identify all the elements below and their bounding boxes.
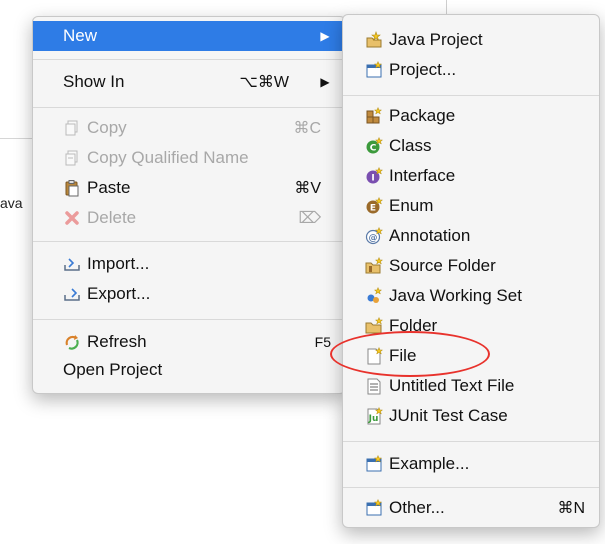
menu-item-label: Paste bbox=[87, 178, 131, 197]
menu-separator bbox=[33, 241, 345, 242]
shortcut-label: F5 bbox=[314, 334, 331, 350]
project-icon bbox=[365, 61, 383, 79]
import-icon bbox=[63, 255, 81, 273]
annotation-icon: @ bbox=[365, 227, 383, 245]
menu-item-paste[interactable]: Paste ⌘V bbox=[33, 173, 345, 203]
svg-text:C: C bbox=[370, 144, 377, 154]
submenu-item-source-folder[interactable]: Source Folder bbox=[343, 251, 599, 281]
menu-item-label: Interface bbox=[389, 166, 456, 185]
submenu-item-java-project[interactable]: Java Project bbox=[343, 25, 599, 55]
working-set-icon bbox=[365, 287, 383, 305]
junit-test-case-icon: Ju bbox=[365, 407, 383, 425]
svg-text:@: @ bbox=[369, 234, 378, 244]
menu-item-label: Other... bbox=[389, 498, 445, 517]
copy-icon bbox=[63, 119, 81, 137]
background-text-fragment: ava bbox=[0, 195, 23, 211]
submenu-item-package[interactable]: Package bbox=[343, 101, 599, 131]
menu-item-label: Source Folder bbox=[389, 256, 496, 275]
menu-item-label: Export... bbox=[87, 284, 151, 303]
java-project-icon bbox=[365, 31, 383, 49]
menu-item-label: Untitled Text File bbox=[389, 376, 515, 395]
menu-separator bbox=[343, 441, 599, 442]
shortcut-label: ⌘C bbox=[293, 120, 321, 137]
other-icon bbox=[365, 499, 383, 517]
shortcut-label: ⌦ bbox=[298, 210, 321, 227]
menu-item-copy-qualified-name[interactable]: Copy Qualified Name bbox=[33, 143, 345, 173]
menu-item-label: Project... bbox=[389, 60, 457, 79]
interface-icon: I bbox=[365, 167, 383, 185]
class-icon: C bbox=[365, 137, 383, 155]
submenu-item-untitled-text-file[interactable]: Untitled Text File bbox=[343, 371, 599, 401]
submenu-item-enum[interactable]: E Enum bbox=[343, 191, 599, 221]
menu-item-label: Copy bbox=[87, 118, 127, 137]
menu-item-label: JUnit Test Case bbox=[389, 406, 508, 425]
refresh-icon bbox=[63, 333, 81, 351]
menu-item-open-project[interactable]: Open Project bbox=[33, 355, 345, 385]
submenu-arrow-icon: ▶ bbox=[320, 29, 330, 43]
menu-item-label: File bbox=[389, 346, 417, 365]
submenu-item-interface[interactable]: I Interface bbox=[343, 161, 599, 191]
svg-text:I: I bbox=[371, 174, 374, 184]
svg-text:Ju: Ju bbox=[368, 414, 379, 424]
text-file-icon bbox=[365, 377, 383, 395]
copy-qualified-name-icon bbox=[63, 149, 81, 167]
submenu-item-example[interactable]: Example... bbox=[343, 449, 599, 479]
menu-separator bbox=[33, 319, 345, 320]
menu-item-export[interactable]: Export... bbox=[33, 279, 345, 309]
submenu-item-other[interactable]: Other... ⌘N bbox=[343, 493, 599, 523]
menu-item-copy[interactable]: Copy ⌘C bbox=[33, 113, 345, 143]
menu-item-delete[interactable]: Delete ⌦ bbox=[33, 203, 345, 233]
menu-item-label: Folder bbox=[389, 316, 438, 335]
menu-item-new[interactable]: New ▶ bbox=[33, 21, 345, 51]
submenu-item-junit-test-case[interactable]: Ju JUnit Test Case bbox=[343, 401, 599, 431]
menu-item-import[interactable]: Import... bbox=[33, 249, 345, 279]
package-icon bbox=[365, 107, 383, 125]
menu-item-label: Class bbox=[389, 136, 432, 155]
menu-item-label: Open Project bbox=[63, 360, 163, 379]
shortcut-label: ⌥⌘W bbox=[239, 74, 289, 91]
menu-separator bbox=[33, 107, 345, 108]
submenu-item-file[interactable]: File bbox=[343, 341, 599, 371]
menu-separator bbox=[343, 487, 599, 488]
submenu-item-folder[interactable]: Folder bbox=[343, 311, 599, 341]
menu-item-label: Annotation bbox=[389, 226, 471, 245]
menu-item-label: Java Project bbox=[389, 30, 483, 49]
export-icon bbox=[63, 285, 81, 303]
file-icon bbox=[365, 347, 383, 365]
shortcut-label: ⌘V bbox=[294, 180, 321, 197]
menu-separator bbox=[33, 59, 345, 60]
source-folder-icon bbox=[365, 257, 383, 275]
example-icon bbox=[365, 455, 383, 473]
menu-item-show-in[interactable]: Show In ⌥⌘W ▶ bbox=[33, 67, 345, 97]
menu-item-label: Show In bbox=[63, 72, 125, 91]
submenu-item-project[interactable]: Project... bbox=[343, 55, 599, 85]
submenu-item-annotation[interactable]: @ Annotation bbox=[343, 221, 599, 251]
delete-icon bbox=[63, 209, 81, 227]
svg-text:E: E bbox=[370, 204, 376, 214]
shortcut-label: ⌘N bbox=[557, 500, 585, 517]
menu-item-label: New bbox=[63, 26, 98, 45]
new-submenu: Java Project Project... Package C Class … bbox=[342, 14, 600, 528]
submenu-item-java-working-set[interactable]: Java Working Set bbox=[343, 281, 599, 311]
menu-separator bbox=[343, 95, 599, 96]
submenu-arrow-icon: ▶ bbox=[320, 75, 330, 89]
menu-item-label: Import... bbox=[87, 254, 150, 273]
menu-item-label: Enum bbox=[389, 196, 434, 215]
submenu-item-class[interactable]: C Class bbox=[343, 131, 599, 161]
menu-item-label: Copy Qualified Name bbox=[87, 148, 249, 167]
context-menu: New ▶ Show In ⌥⌘W ▶ Copy ⌘C Copy Qualifi… bbox=[32, 16, 346, 394]
menu-item-label: Example... bbox=[389, 454, 470, 473]
menu-item-label: Delete bbox=[87, 208, 137, 227]
menu-item-label: Refresh bbox=[87, 332, 147, 351]
menu-item-label: Java Working Set bbox=[389, 286, 522, 305]
menu-item-refresh[interactable]: Refresh F5 bbox=[33, 327, 345, 357]
paste-icon bbox=[63, 179, 81, 197]
folder-icon bbox=[365, 317, 383, 335]
enum-icon: E bbox=[365, 197, 383, 215]
menu-item-label: Package bbox=[389, 106, 456, 125]
